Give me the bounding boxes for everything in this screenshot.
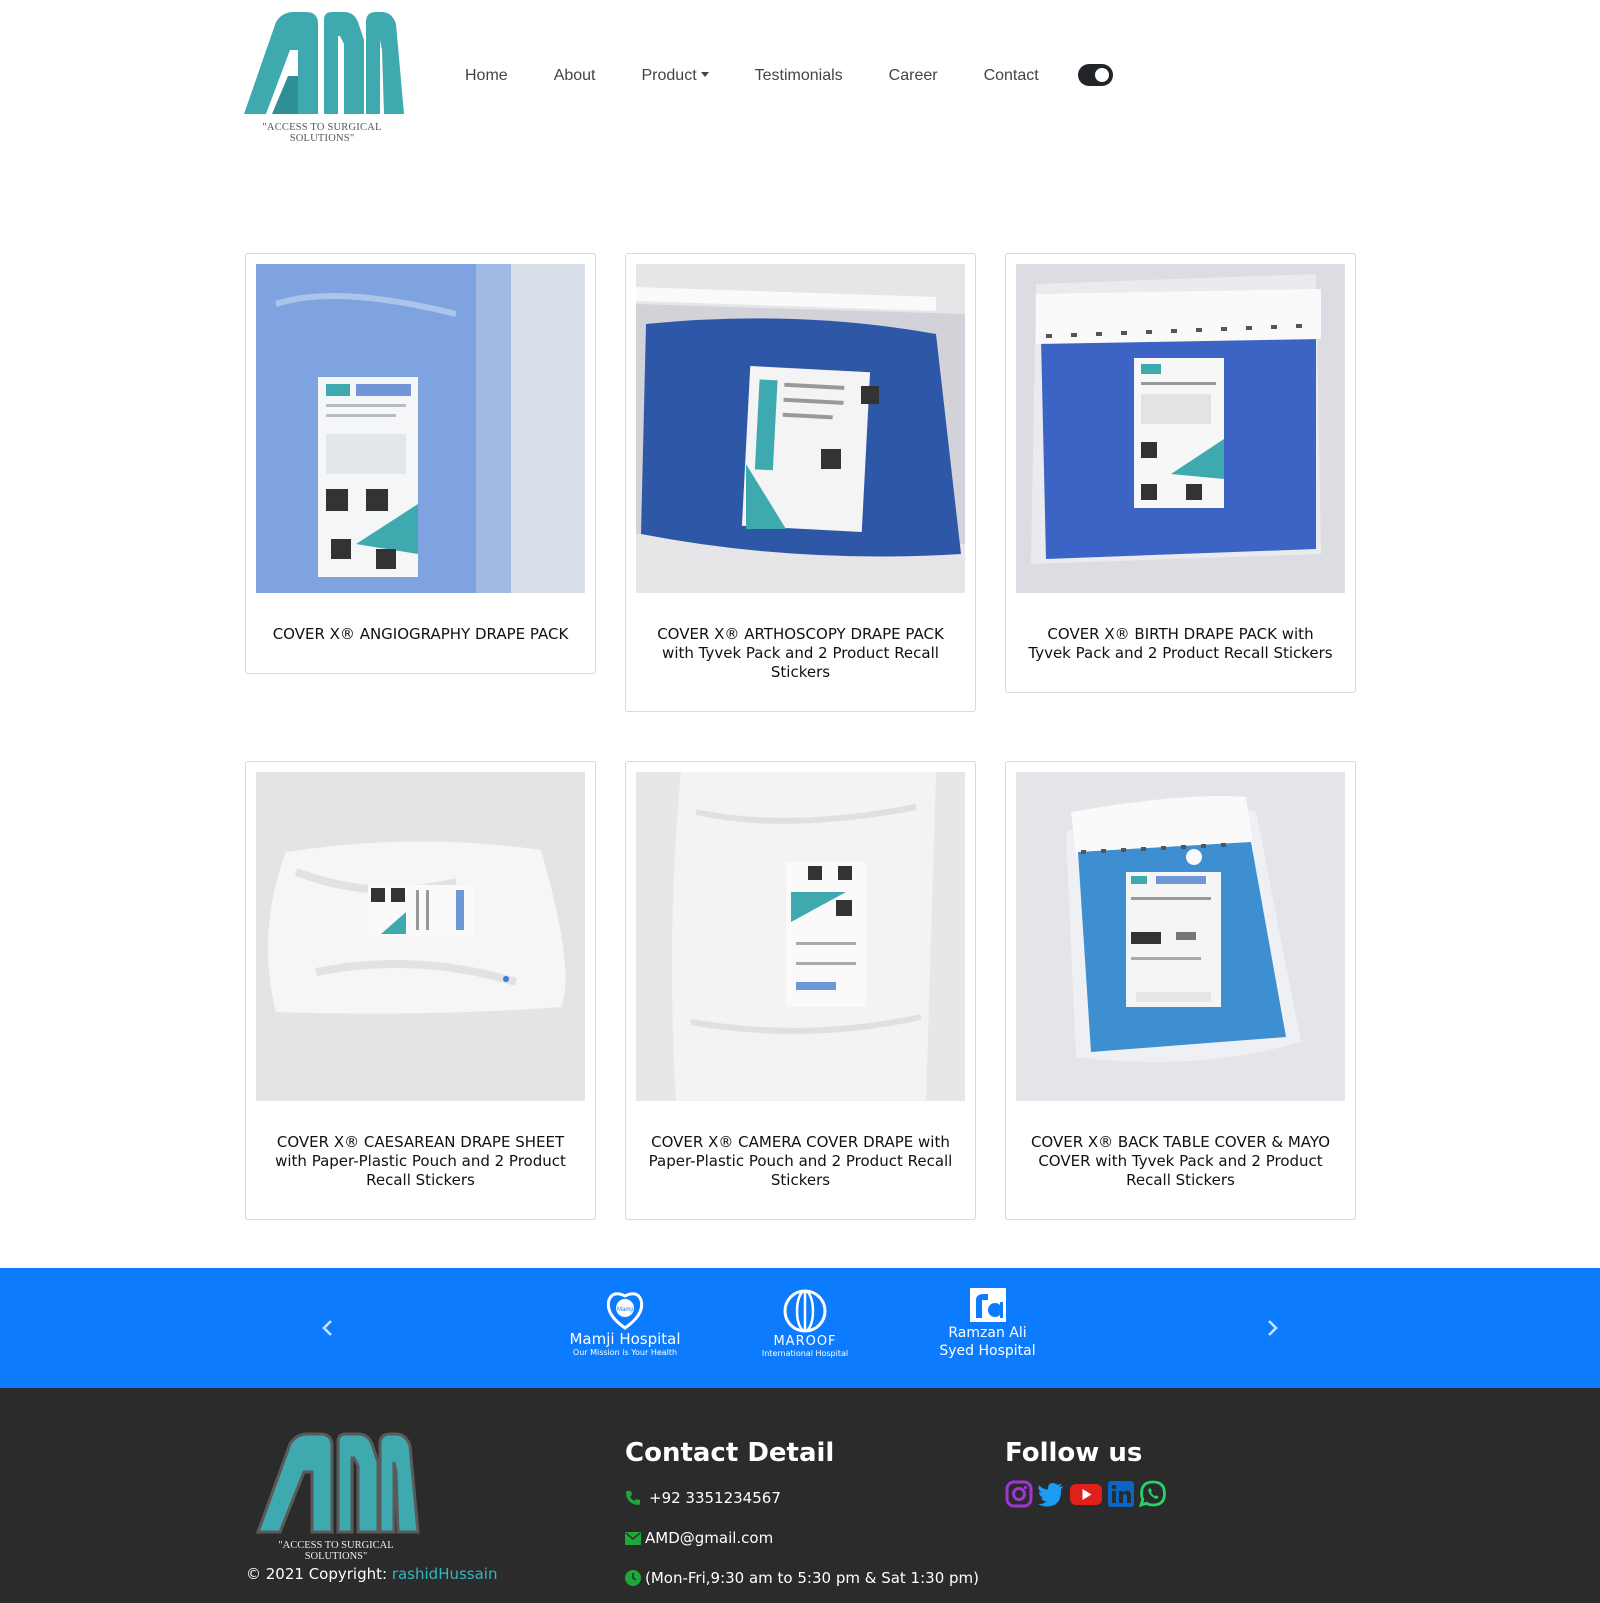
instagram-icon[interactable] — [1005, 1480, 1033, 1508]
footer-logo[interactable]: "ACCESS TO SURGICAL SOLUTIONS" — [246, 1432, 426, 1562]
business-hours: (Mon-Fri,9:30 am to 5:30 pm & Sat 1:30 p… — [645, 1569, 979, 1587]
product-card-camera-cover[interactable]: COVER X® CAMERA COVER DRAPE with Paper-P… — [625, 761, 976, 1220]
clock-icon — [625, 1570, 641, 1586]
site-logo[interactable]: "ACCESS TO SURGICAL SOLUTIONS" — [232, 10, 412, 144]
product-image-back-table — [1016, 772, 1345, 1101]
phone-icon — [626, 1491, 640, 1505]
email-address: AMD@gmail.com — [645, 1529, 774, 1547]
product-image-arthroscopy — [636, 264, 965, 593]
logo-tagline: "ACCESS TO SURGICAL SOLUTIONS" — [262, 122, 382, 144]
linkedin-icon[interactable] — [1107, 1480, 1135, 1508]
product-card-back-table[interactable]: COVER X® BACK TABLE COVER & MAYO COVER w… — [1005, 761, 1356, 1220]
contact-phone[interactable]: +92 3351234567 — [625, 1489, 781, 1507]
partner-mamji[interactable]: Mamji Mamji Hospital Our Mission is Your… — [560, 1288, 690, 1368]
copyright-author-link[interactable]: rashidHussain — [392, 1565, 498, 1583]
theme-toggle[interactable] — [1078, 64, 1113, 86]
follow-heading: Follow us — [1005, 1438, 1143, 1468]
partner-ramzan[interactable]: Ramzan Ali Syed Hospital — [930, 1288, 1045, 1368]
whatsapp-icon[interactable] — [1139, 1480, 1167, 1508]
mamji-logo-icon: Mamji — [606, 1292, 644, 1330]
contact-heading: Contact Detail — [625, 1438, 835, 1468]
ramzan-logo-icon — [969, 1288, 1006, 1322]
product-image-camera-cover — [636, 772, 965, 1101]
footer-logo-tagline: "ACCESS TO SURGICAL SOLUTIONS" — [278, 1540, 394, 1562]
chevron-right-icon — [1268, 1320, 1278, 1336]
maroof-globe-icon — [783, 1289, 827, 1333]
nav-home[interactable]: Home — [465, 67, 508, 85]
product-title: COVER X® CAESAREAN DRAPE SHEET with Pape… — [275, 1133, 566, 1189]
nav-about[interactable]: About — [554, 67, 596, 85]
nav-product-dropdown[interactable]: Product — [642, 67, 709, 85]
am-logo-icon — [255, 1432, 420, 1534]
copyright: © 2021 Copyright: rashidHussain — [246, 1565, 497, 1583]
nav-testimonials[interactable]: Testimonials — [755, 67, 843, 85]
envelope-icon — [625, 1531, 641, 1545]
product-card-caesarean[interactable]: COVER X® CAESAREAN DRAPE SHEET with Pape… — [245, 761, 596, 1220]
twitter-icon[interactable] — [1037, 1480, 1065, 1508]
product-title: COVER X® BACK TABLE COVER & MAYO COVER w… — [1030, 1133, 1331, 1189]
partner-maroof[interactable]: MAROOF International Hospital — [760, 1288, 850, 1368]
partner-name: Mamji Hospital — [569, 1330, 681, 1348]
chevron-left-icon — [322, 1320, 332, 1336]
product-image-angiography — [256, 264, 585, 593]
youtube-icon[interactable] — [1069, 1480, 1103, 1508]
product-image-birth — [1016, 264, 1345, 593]
product-image-caesarean — [256, 772, 585, 1101]
partners-carousel: Mamji Mamji Hospital Our Mission is Your… — [0, 1268, 1600, 1388]
toggle-knob — [1095, 68, 1109, 82]
nav-contact[interactable]: Contact — [984, 67, 1039, 85]
site-footer: "ACCESS TO SURGICAL SOLUTIONS" © 2021 Co… — [0, 1388, 1600, 1603]
mamji-badge-text: Mamji — [617, 1307, 633, 1313]
carousel-next-button[interactable] — [1260, 1315, 1284, 1341]
product-title: COVER X® ARTHOSCOPY DRAPE PACK with Tyve… — [657, 625, 944, 681]
caret-down-icon — [700, 72, 709, 77]
contact-email[interactable]: AMD@gmail.com — [625, 1529, 773, 1547]
social-links — [1005, 1480, 1171, 1508]
partner-name: MAROOF — [773, 1334, 837, 1349]
main-nav: Home About Product Testimonials Career C… — [465, 63, 1085, 89]
product-card-arthroscopy[interactable]: COVER X® ARTHOSCOPY DRAPE PACK with Tyve… — [625, 253, 976, 712]
partner-name: Ramzan Ali Syed Hospital — [939, 1325, 1036, 1359]
partner-tagline: Our Mission is Your Health — [572, 1348, 678, 1357]
product-title: COVER X® ANGIOGRAPHY DRAPE PACK — [272, 625, 569, 643]
product-card-angiography[interactable]: COVER X® ANGIOGRAPHY DRAPE PACK — [245, 253, 596, 674]
nav-product-label: Product — [641, 67, 697, 84]
partner-subtitle: International Hospital — [761, 1349, 849, 1358]
am-logo-icon — [244, 12, 404, 114]
product-card-birth[interactable]: COVER X® BIRTH DRAPE PACK with Tyvek Pac… — [1005, 253, 1356, 693]
copyright-text: © 2021 Copyright: — [246, 1565, 392, 1583]
carousel-prev-button[interactable] — [316, 1315, 340, 1341]
phone-number: +92 3351234567 — [649, 1489, 781, 1507]
product-title: COVER X® BIRTH DRAPE PACK with Tyvek Pac… — [1028, 625, 1333, 662]
product-title: COVER X® CAMERA COVER DRAPE with Paper-P… — [648, 1133, 953, 1189]
site-header: "ACCESS TO SURGICAL SOLUTIONS" Home Abou… — [0, 0, 1600, 150]
contact-hours: (Mon-Fri,9:30 am to 5:30 pm & Sat 1:30 p… — [625, 1569, 979, 1587]
nav-career[interactable]: Career — [889, 67, 938, 85]
